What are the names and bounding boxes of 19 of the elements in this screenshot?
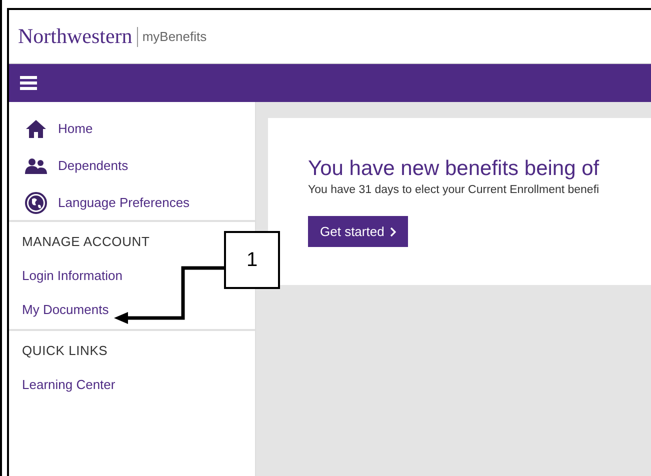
brand-logo[interactable]: Northwestern <box>18 24 132 49</box>
get-started-button[interactable]: Get started <box>308 216 408 247</box>
section-heading: QUICK LINKS <box>22 343 108 358</box>
banner-title: You have new benefits being of <box>308 157 600 181</box>
sidebar-link[interactable]: Dependents <box>58 158 128 173</box>
globe-icon <box>25 192 47 214</box>
people-icon <box>25 158 47 174</box>
product-name: myBenefits <box>142 29 207 44</box>
sidebar-link[interactable]: My Documents <box>22 302 109 317</box>
sidebar-link[interactable]: Home <box>58 121 93 136</box>
sidebar-link[interactable]: Learning Center <box>22 377 116 392</box>
sidebar-link[interactable]: Login Information <box>22 268 122 283</box>
banner-text: You have 31 days to elect your Current Enrollment benefi <box>308 184 600 196</box>
section-heading: MANAGE ACCOUNT <box>22 234 150 249</box>
callout-box: 1 <box>224 231 280 289</box>
menu-icon[interactable] <box>20 76 37 90</box>
chevron-icon <box>390 226 396 236</box>
home-icon <box>25 118 47 138</box>
sidebar-link[interactable]: Language Preferences <box>58 195 190 210</box>
